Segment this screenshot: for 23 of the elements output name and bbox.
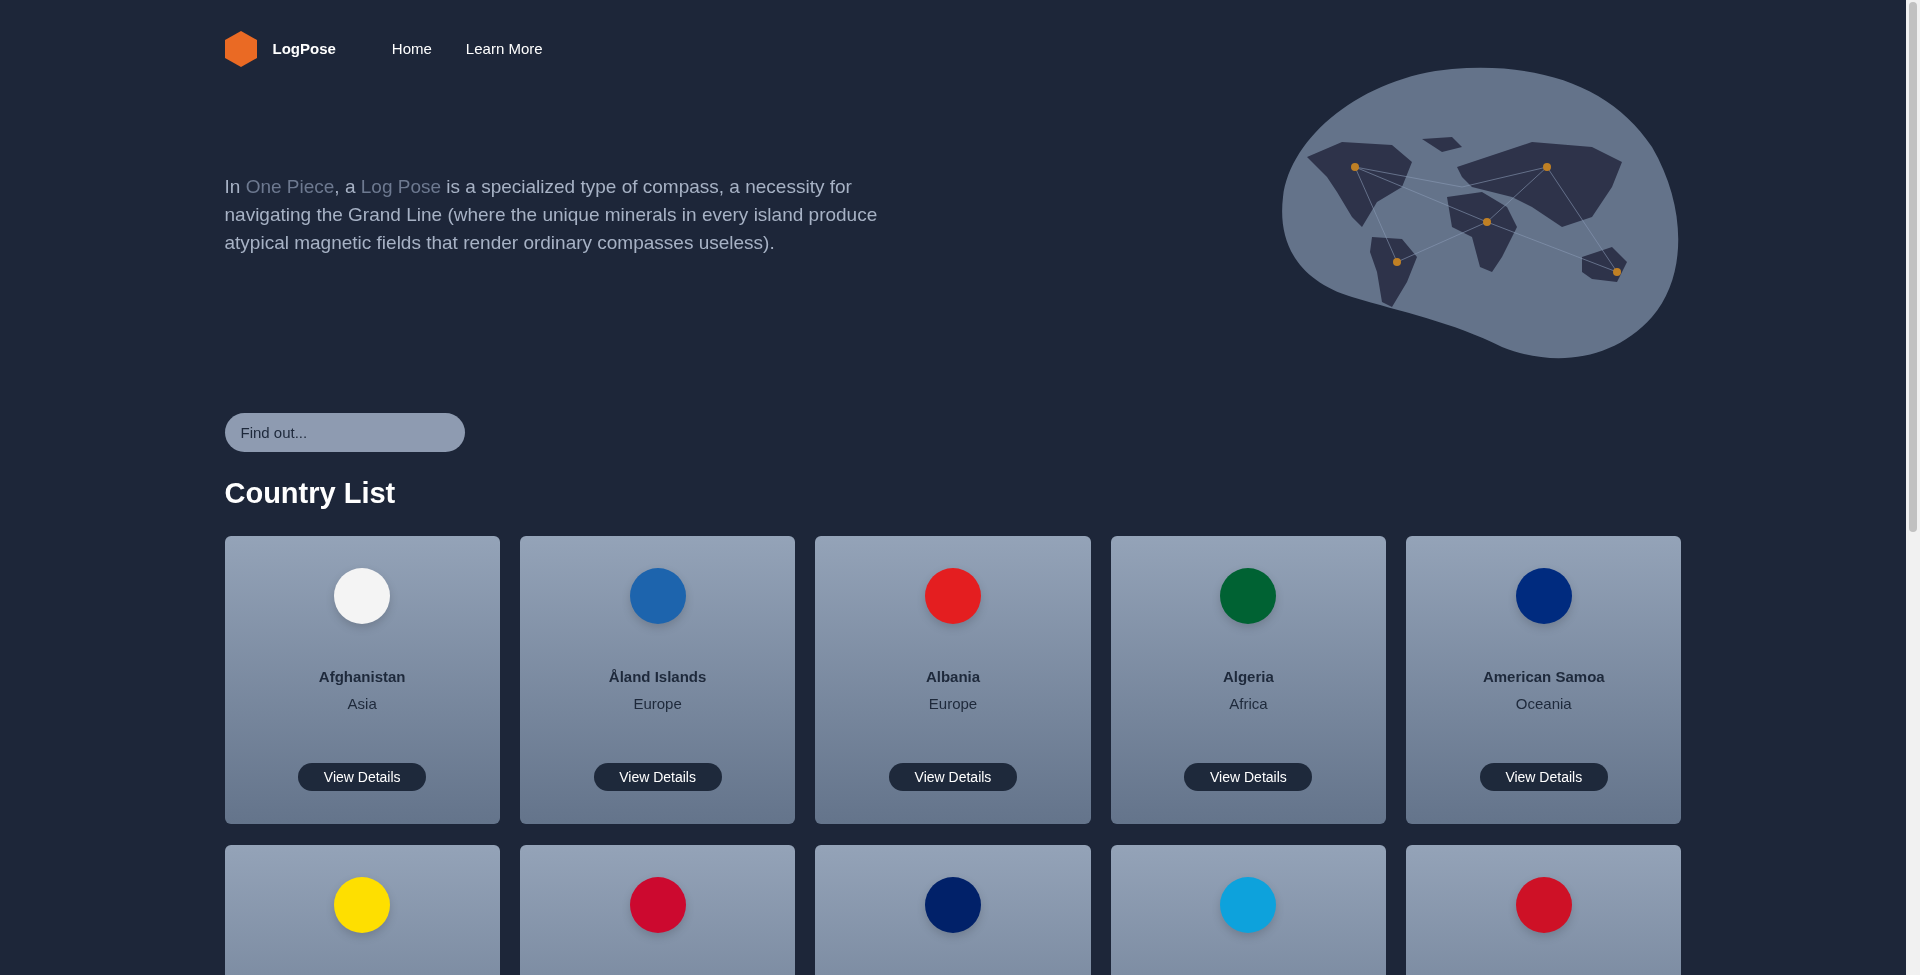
view-details-button[interactable]: View Details xyxy=(1479,763,1608,791)
scrollbar[interactable] xyxy=(1906,0,1920,975)
nav-link[interactable]: Home xyxy=(391,37,432,61)
country-region: Europe xyxy=(928,693,978,714)
view-details-button[interactable]: View Details xyxy=(889,763,1017,791)
view-details-button[interactable]: View Details xyxy=(298,763,427,791)
country-region: Europe xyxy=(633,693,682,714)
country-region: Asia xyxy=(347,693,377,714)
country-name: Albania xyxy=(925,667,981,687)
country-name: American Samoa xyxy=(1482,667,1605,687)
search-field[interactable]: Find out... xyxy=(224,413,465,452)
view-details-button[interactable]: View Details xyxy=(593,763,722,791)
section-heading: Country List xyxy=(224,476,397,511)
country-region: Africa xyxy=(1229,693,1268,714)
country-name: Algeria xyxy=(1222,667,1274,687)
nav-link[interactable]: Learn More xyxy=(465,37,543,61)
country-name: Afghanistan xyxy=(318,667,406,687)
hexagon-logo-icon[interactable] xyxy=(224,31,257,67)
intro-paragraph: In One Piece, a Log Pose is a specialized type of compass, a necessity for navigating the Grand Line (where the unique minerals in every island produce atypical magnetic fields that render ordinary compasses useless). xyxy=(224,175,879,255)
country-name: Åland Islands xyxy=(608,667,707,687)
brand-name[interactable]: LogPose xyxy=(272,37,336,61)
country-region: Oceania xyxy=(1515,693,1572,714)
view-details-button[interactable]: View Details xyxy=(1184,763,1313,791)
